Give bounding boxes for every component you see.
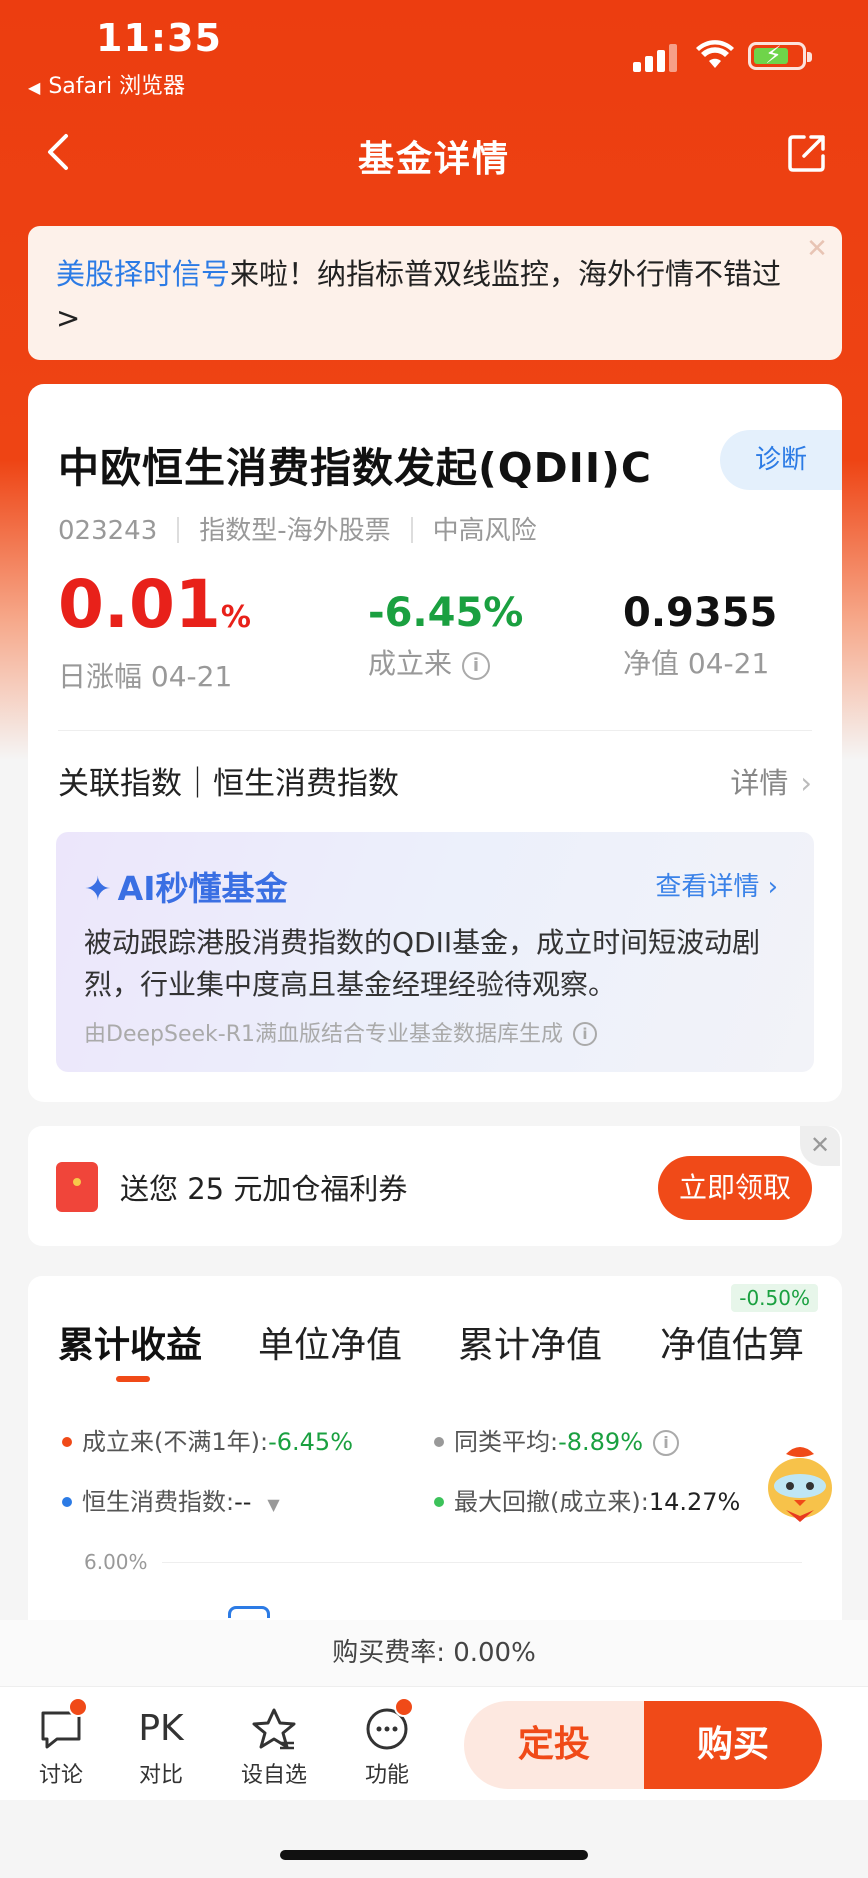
notification-dot — [68, 1697, 88, 1717]
ai-source: 由DeepSeek-R1满血版结合专业基金数据库生成 — [84, 1022, 563, 1047]
wifi-icon — [696, 40, 734, 68]
chart-gridline — [162, 1562, 802, 1563]
fund-meta: 023243 指数型-海外股票 中高风险 — [58, 510, 537, 547]
legend-dot — [434, 1437, 444, 1447]
legend-label: 同类平均: — [454, 1428, 559, 1456]
home-indicator[interactable] — [280, 1850, 588, 1860]
legend-max-drawdown: 最大回撤(成立来):14.27% — [434, 1482, 740, 1517]
add-watchlist-button[interactable]: 设自选 — [240, 1707, 308, 1789]
tab-unit-nav[interactable]: 单位净值 — [258, 1316, 402, 1368]
compare-label: 对比 — [138, 1763, 183, 1788]
active-tab-underline — [116, 1376, 150, 1382]
related-index-detail-link[interactable]: 详情 › — [730, 760, 812, 802]
page-title: 基金详情 — [357, 139, 510, 180]
info-icon[interactable]: i — [572, 1022, 597, 1046]
compare-button[interactable]: PK 对比 — [126, 1707, 196, 1789]
status-time: 11:35 — [96, 16, 222, 60]
fund-info-card: 中欧恒生消费指数发起(QDII)C 诊断 023243 指数型-海外股票 中高风险 … — [28, 384, 842, 1102]
legend-value: -6.45% — [268, 1428, 353, 1456]
performance-card: -0.50% 累计收益 单位净值 累计净值 净值估算 成立来(不满1年):-6.… — [28, 1276, 842, 1656]
auto-invest-button[interactable]: 定投 — [464, 1701, 644, 1789]
status-bar: 11:35 ◀ Safari 浏览器 ⚡ — [0, 0, 868, 100]
since-inception-label: 成立来 — [368, 647, 453, 680]
caret-down-icon: ▼ — [267, 1495, 280, 1514]
legend-dot — [434, 1497, 444, 1507]
fund-risk: 中高风险 — [432, 516, 537, 546]
legend-value: 14.27% — [648, 1488, 741, 1516]
buy-button[interactable]: 购买 — [644, 1701, 822, 1789]
fund-code: 023243 — [58, 516, 158, 546]
y-axis-tick: 6.00% — [84, 1550, 148, 1574]
estimate-badge: -0.50% — [731, 1284, 818, 1312]
star-icon — [252, 1708, 296, 1750]
daily-change-value: 0.01 — [58, 566, 221, 643]
legend-since-inception: 成立来(不满1年):-6.45% — [62, 1422, 353, 1457]
legend-label: 最大回撤(成立来): — [454, 1488, 649, 1516]
sparkle-icon: ✦ — [84, 869, 112, 908]
back-to-app-link[interactable]: ◀ Safari 浏览器 — [28, 68, 185, 100]
related-index[interactable]: 关联指数｜恒生消费指数 — [58, 758, 399, 803]
legend-label: 恒生消费指数: — [82, 1488, 235, 1516]
ai-more-label: 查看详情 — [655, 872, 760, 902]
add-watchlist-label: 设自选 — [240, 1763, 307, 1788]
battery-icon: ⚡ — [748, 41, 812, 70]
since-inception-value: -6.45% — [368, 590, 524, 636]
share-icon[interactable] — [786, 132, 828, 174]
divider — [58, 730, 812, 731]
home-indicator-area — [0, 1800, 868, 1878]
tab-nav-estimate[interactable]: 净值估算 — [660, 1316, 804, 1368]
pk-icon: PK — [138, 1708, 184, 1749]
discuss-button[interactable]: 讨论 — [26, 1697, 96, 1789]
nav-value: 0.9355 — [623, 590, 778, 636]
bottom-action-bar: 讨论 PK 对比 设自选 功能 定投 购买 — [0, 1686, 868, 1800]
daily-change-metric: 0.01% 日涨幅 04-21 — [58, 572, 251, 695]
info-icon[interactable]: i — [462, 652, 491, 680]
tab-cumulative-return[interactable]: 累计收益 — [58, 1316, 202, 1368]
fund-type: 指数型-海外股票 — [199, 516, 391, 546]
legend-value: -- — [234, 1488, 252, 1516]
discuss-label: 讨论 — [38, 1763, 83, 1788]
claim-coupon-button[interactable]: 立即领取 — [658, 1156, 812, 1220]
functions-button[interactable]: 功能 — [352, 1697, 422, 1789]
cellular-signal-icon — [633, 44, 677, 72]
back-triangle-icon: ◀ — [28, 78, 41, 97]
related-detail-label: 详情 — [730, 766, 789, 800]
legend-peer-average: 同类平均:-8.89% i — [434, 1422, 679, 1457]
info-icon[interactable]: i — [653, 1430, 679, 1456]
chevron-right-icon: › — [800, 766, 812, 800]
nav-metric: 0.9355 净值 04-21 — [623, 572, 777, 682]
back-app-label: Safari 浏览器 — [48, 74, 186, 99]
promo-banner[interactable]: 美股择时信号来啦！纳指标普双线监控，海外行情不错过 > ✕ — [28, 226, 842, 360]
legend-index[interactable]: 恒生消费指数:-- ▼ — [62, 1482, 280, 1517]
ai-summary-box[interactable]: ✦ AI秒懂基金 查看详情 › 被动跟踪港股消费指数的QDII基金，成立时间短波动… — [56, 832, 814, 1072]
chart-line-segment — [228, 1606, 270, 1618]
fund-name: 中欧恒生消费指数发起(QDII)C — [58, 444, 652, 492]
tab-cumulative-nav[interactable]: 累计净值 — [458, 1316, 602, 1368]
chevron-right-icon: › — [767, 872, 778, 902]
ai-summary-text: 被动跟踪港股消费指数的QDII基金，成立时间短波动剧烈，行业集中度高且基金经理经… — [84, 926, 761, 1001]
legend-dot — [62, 1497, 72, 1507]
purchase-fee: 购买费率: 0.00% — [0, 1620, 868, 1686]
close-icon[interactable]: ✕ — [800, 1126, 840, 1166]
diagnose-button[interactable]: 诊断 — [720, 430, 842, 490]
ai-more-link[interactable]: 查看详情 › — [655, 866, 778, 903]
since-inception-metric: -6.45% 成立来 i — [368, 572, 523, 682]
functions-label: 功能 — [364, 1763, 409, 1788]
notification-dot — [394, 1697, 414, 1717]
banner-highlight: 美股择时信号 — [56, 257, 231, 291]
coupon-text: 送您 25 元加仓福利券 — [120, 1172, 408, 1206]
ai-title: AI秒懂基金 — [117, 869, 288, 908]
coupon-card: 送您 25 元加仓福利券 立即领取 ✕ — [28, 1126, 842, 1246]
nav-label: 净值 04-21 — [623, 647, 770, 680]
legend-label: 成立来(不满1年): — [82, 1428, 269, 1456]
legend-value: -8.89% — [558, 1428, 643, 1456]
daily-change-label: 日涨幅 04-21 — [58, 660, 233, 693]
daily-change-unit: % — [220, 600, 251, 635]
mascot-icon[interactable] — [756, 1438, 844, 1526]
legend-dot — [62, 1437, 72, 1447]
nav-bar: 基金详情 — [0, 112, 868, 192]
red-envelope-icon — [56, 1162, 98, 1212]
close-icon[interactable]: ✕ — [802, 234, 832, 264]
